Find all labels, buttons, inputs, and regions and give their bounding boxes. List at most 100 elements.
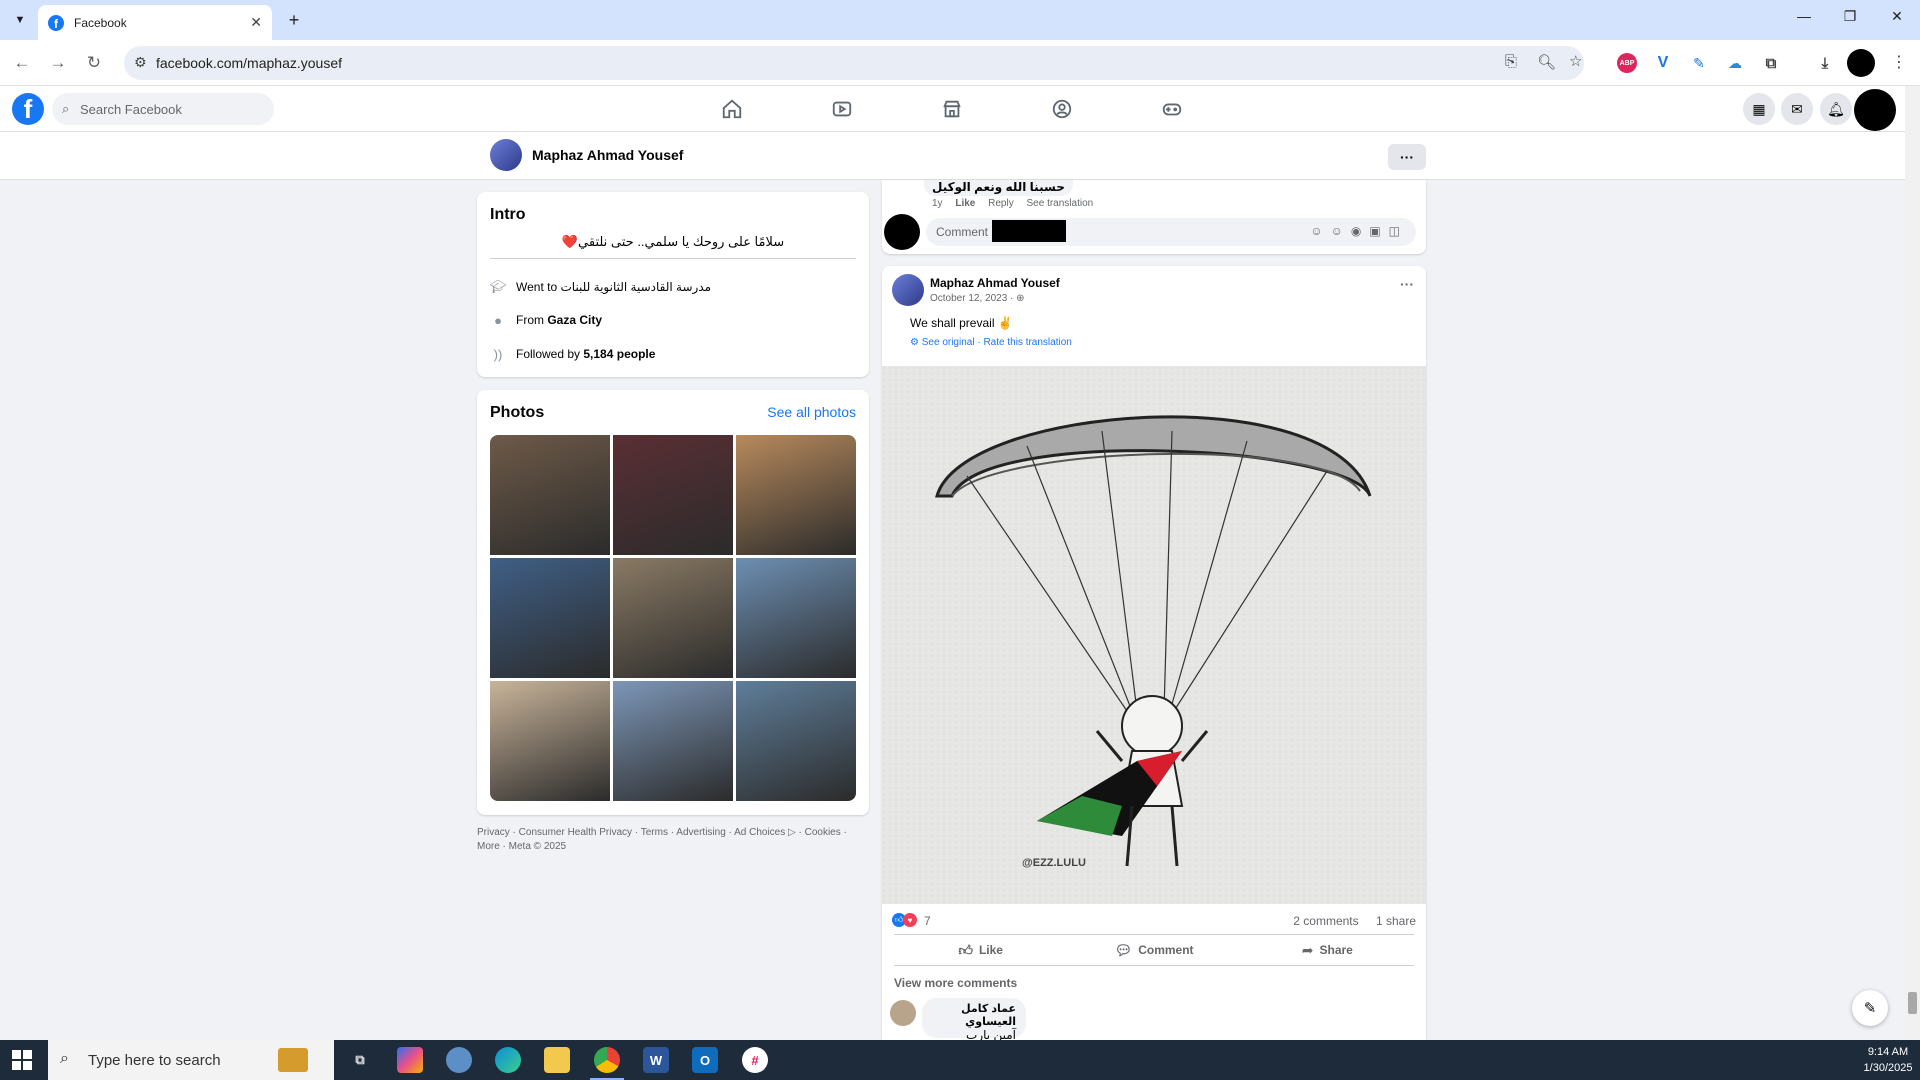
adblock-extension-icon[interactable]: ABP xyxy=(1617,53,1637,73)
tab-search-icon[interactable]: ▼ xyxy=(8,8,32,32)
downloads-icon[interactable]: ⤓ xyxy=(1815,53,1835,73)
app-icon[interactable] xyxy=(446,1047,472,1073)
school-name[interactable]: مدرسة القادسية الثانوية للبنات xyxy=(560,280,711,294)
install-app-icon[interactable]: ⎘ xyxy=(1505,53,1517,70)
profile-name[interactable]: Maphaz Ahmad Yousef xyxy=(532,147,683,163)
address-bar[interactable]: ⚙ facebook.com/maphaz.yousef xyxy=(124,46,1584,80)
word-icon[interactable]: W xyxy=(643,1047,669,1073)
site-info-icon[interactable]: ⚙ xyxy=(134,54,147,71)
post-date[interactable]: October 12, 2023 · ⊕ xyxy=(930,293,1025,304)
chrome-icon[interactable] xyxy=(590,1047,624,1080)
see-original-link[interactable]: See original xyxy=(922,337,975,348)
copilot-icon[interactable] xyxy=(397,1047,423,1073)
taskbar-clock[interactable]: 9:14 AM 1/30/2025 xyxy=(1860,1044,1916,1076)
thumbs-up-icon: 👍︎ xyxy=(958,941,973,958)
nav-video-icon[interactable] xyxy=(822,96,862,122)
pen-extension-icon[interactable]: ✎ xyxy=(1689,53,1709,73)
messenger-icon[interactable]: ✉ xyxy=(1781,93,1813,125)
back-icon[interactable]: ← xyxy=(10,51,34,75)
from-city[interactable]: Gaza City xyxy=(547,313,602,327)
photo-tile-1[interactable] xyxy=(490,435,610,555)
v-extension-icon[interactable]: V xyxy=(1653,53,1673,73)
notifications-bell-icon[interactable]: 🔔︎ xyxy=(1820,93,1852,125)
photo-tile-8[interactable] xyxy=(613,681,733,801)
see-all-photos-link[interactable]: See all photos xyxy=(767,404,856,420)
comments-count[interactable]: 2 comments xyxy=(1293,914,1358,928)
comment-input[interactable]: Comment as ☺☺◉▣◫ xyxy=(926,218,1416,246)
bookmark-star-icon[interactable]: ☆ xyxy=(1569,52,1582,70)
edge-icon[interactable] xyxy=(495,1047,521,1073)
search-input[interactable] xyxy=(80,93,266,125)
rate-translation-link[interactable]: Rate this translation xyxy=(983,337,1071,348)
new-tab-icon[interactable]: + xyxy=(282,8,306,32)
photo-tile-7[interactable] xyxy=(490,681,610,801)
taskbar-search[interactable]: ⌕ Type here to search xyxy=(48,1040,334,1080)
task-view-icon[interactable]: ⧉ xyxy=(347,1047,373,1073)
nav-gaming-icon[interactable] xyxy=(1152,96,1192,122)
followers-count[interactable]: 5,184 people xyxy=(583,347,655,361)
photo-tile-6[interactable] xyxy=(736,558,856,678)
file-explorer-icon[interactable] xyxy=(544,1047,570,1073)
share-button[interactable]: ➦ Share xyxy=(1241,935,1414,965)
reaction-count[interactable]: 7 xyxy=(924,914,931,928)
footer-line-2[interactable]: More · Meta © 2025 xyxy=(477,840,869,854)
post-image[interactable]: @EZZ.LULU xyxy=(882,366,1426,904)
profile-more-button[interactable]: ··· xyxy=(1388,144,1426,170)
comment2-text: آمين يارب xyxy=(966,1028,1016,1040)
love-reaction-icon[interactable]: ♥ xyxy=(903,913,917,927)
cloud-extension-icon[interactable]: ☁ xyxy=(1725,53,1745,73)
extensions-puzzle-icon[interactable]: ⧉ xyxy=(1761,53,1781,73)
browser-menu-icon[interactable]: ⋮ xyxy=(1891,52,1907,72)
minimize-icon[interactable]: — xyxy=(1792,8,1816,24)
comment-like-link[interactable]: Like xyxy=(955,198,975,209)
photo-tile-2[interactable] xyxy=(613,435,733,555)
scrollbar-thumb[interactable] xyxy=(1908,992,1917,1014)
comment2-author[interactable]: عماد كامل العيساوي xyxy=(932,1002,1016,1028)
zoom-icon[interactable]: 🔍︎ xyxy=(1537,53,1556,71)
nav-home-icon[interactable] xyxy=(712,96,752,122)
photo-tile-4[interactable] xyxy=(490,558,610,678)
account-avatar[interactable] xyxy=(1854,89,1896,131)
profile-avatar[interactable] xyxy=(490,139,522,171)
new-message-compose-icon[interactable]: ✎ xyxy=(1852,990,1888,1026)
restore-icon[interactable]: ❐ xyxy=(1838,8,1862,25)
post-actions: 👍︎ Like 💬︎ Comment ➦ Share xyxy=(894,934,1414,966)
tab-close-icon[interactable]: ✕ xyxy=(250,14,262,31)
went-to-prefix: Went to xyxy=(516,280,558,294)
comment-bubble: حسبنا الله ونعم الوكيل xyxy=(924,180,1073,196)
photo-tile-5[interactable] xyxy=(613,558,733,678)
tab-facebook[interactable]: f Facebook ✕ xyxy=(38,5,272,40)
footer-line-1[interactable]: Privacy · Consumer Health Privacy · Term… xyxy=(477,826,869,840)
like-button[interactable]: 👍︎ Like xyxy=(894,935,1067,965)
window-close-icon[interactable]: ✕ xyxy=(1885,8,1909,25)
url-text[interactable]: facebook.com/maphaz.yousef xyxy=(156,55,342,71)
windows-start-icon[interactable] xyxy=(12,1050,32,1070)
photo-tile-9[interactable] xyxy=(736,681,856,801)
photo-tile-3[interactable] xyxy=(736,435,856,555)
post-author-avatar[interactable] xyxy=(892,274,924,306)
comment-tools[interactable]: ☺☺◉▣◫ xyxy=(1310,224,1408,238)
intro-bio: سلامًا على روحك يا سلمي.. حتى نلتقي❤️ xyxy=(561,234,785,249)
facebook-logo-icon[interactable]: f xyxy=(12,93,44,125)
footer-links: Privacy · Consumer Health Privacy · Term… xyxy=(477,826,869,854)
intro-title: Intro xyxy=(490,206,526,223)
forward-icon[interactable]: → xyxy=(46,51,70,75)
comment-see-translation-link[interactable]: See translation xyxy=(1027,198,1094,209)
view-more-comments-link[interactable]: View more comments xyxy=(894,976,1017,990)
shares-count[interactable]: 1 share xyxy=(1376,914,1416,928)
comment-button[interactable]: 💬︎ Comment xyxy=(1067,935,1240,965)
reload-icon[interactable]: ↻ xyxy=(82,51,106,75)
nav-groups-icon[interactable] xyxy=(1042,96,1082,122)
slack-icon[interactable]: # xyxy=(742,1047,768,1073)
comment2-avatar[interactable] xyxy=(890,1000,916,1026)
menu-grid-icon[interactable]: ▦ xyxy=(1743,93,1775,125)
post-date-text[interactable]: October 12, 2023 · xyxy=(930,293,1016,304)
page-scrollbar[interactable] xyxy=(1905,86,1920,1040)
post-more-icon[interactable]: ··· xyxy=(1400,276,1414,292)
comment-reply-link[interactable]: Reply xyxy=(988,198,1014,209)
outlook-icon[interactable]: O xyxy=(692,1047,718,1073)
nav-marketplace-icon[interactable] xyxy=(932,96,972,122)
post-author-name[interactable]: Maphaz Ahmad Yousef xyxy=(930,276,1060,290)
commenter-avatar[interactable] xyxy=(884,214,920,250)
browser-profile-avatar[interactable] xyxy=(1847,49,1875,77)
